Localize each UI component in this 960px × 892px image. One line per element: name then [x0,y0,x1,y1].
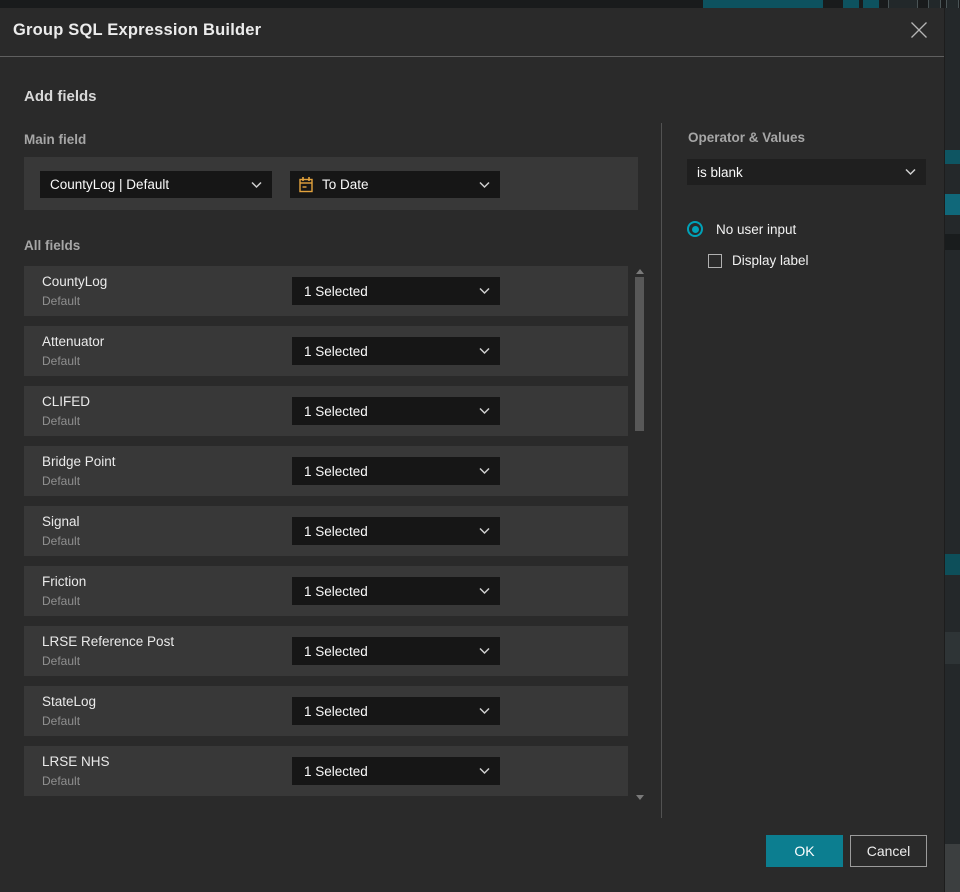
field-row: CLIFED Default 1 Selected [24,386,628,436]
background-tile [946,0,959,8]
date-select-value: To Date [322,177,369,192]
chevron-down-icon [479,181,490,188]
field-selection-dropdown[interactable]: 1 Selected [292,577,500,605]
field-name: Friction [42,574,87,589]
live-view-label: Live view [745,0,794,3]
chevron-down-icon [479,587,490,595]
field-row: Bridge Point Default 1 Selected [24,446,628,496]
chevron-down-icon [251,181,262,188]
field-subtitle: Default [42,474,81,488]
field-subtitle: Default [42,714,81,728]
radio-selected-icon [687,221,703,237]
field-row: LRSE NHS Default 1 Selected [24,746,628,796]
field-subtitle: Default [42,654,81,668]
background-tile [863,0,879,8]
operator-select[interactable]: is blank [687,159,926,185]
field-name: LRSE Reference Post [42,634,175,649]
no-user-input-radio[interactable]: No user input [687,221,796,237]
field-name: CLIFED [42,394,91,409]
chevron-down-icon [479,407,490,415]
field-selection-dropdown[interactable]: 1 Selected [292,697,500,725]
calendar-icon [298,176,314,193]
panel-divider [661,123,662,818]
dialog-titlebar: Group SQL Expression Builder [0,8,944,57]
chevron-down-icon [479,767,490,775]
field-name: StateLog [42,694,97,709]
triangle-down-icon [636,795,644,800]
field-name: Bridge Point [42,454,116,469]
field-row: LRSE Reference Post Default 1 Selected [24,626,628,676]
background-fragment [945,194,960,215]
background-tile [928,0,941,8]
field-subtitle: Default [42,534,81,548]
background-fragment [945,150,960,164]
all-fields-label: All fields [24,238,81,253]
background-fragment [945,844,960,892]
field-row: StateLog Default 1 Selected [24,686,628,736]
dialog-title: Group SQL Expression Builder [13,21,262,39]
operator-select-value: is blank [697,164,743,180]
close-icon [910,21,928,44]
main-field-select-value: CountyLog | Default [50,177,170,192]
scrollbar[interactable] [634,265,646,805]
field-row: Friction Default 1 Selected [24,566,628,616]
field-name: Signal [42,514,80,529]
chevron-down-icon [479,287,490,295]
chevron-down-icon [479,347,490,355]
main-field-panel: CountyLog | Default To Date [24,157,638,210]
field-row: Signal Default 1 Selected [24,506,628,556]
chevron-down-icon [905,168,916,176]
cancel-button[interactable]: Cancel [850,835,927,867]
field-selection-dropdown[interactable]: 1 Selected [292,397,500,425]
field-selection-dropdown[interactable]: 1 Selected [292,457,500,485]
field-subtitle: Default [42,414,81,428]
field-row: Attenuator Default 1 Selected [24,326,628,376]
scrollbar-thumb[interactable] [635,277,644,431]
live-view-chip: Live view [703,0,823,8]
main-field-date-select[interactable]: To Date [290,171,500,198]
chevron-down-icon [479,707,490,715]
background-tile [843,0,859,8]
field-selection-dropdown[interactable]: 1 Selected [292,277,500,305]
background-fragment [945,554,960,575]
field-row: CountyLog Default 1 Selected [24,266,628,316]
field-subtitle: Default [42,594,81,608]
main-field-select[interactable]: CountyLog | Default [40,171,272,198]
background-fragment [945,234,960,250]
field-selection-dropdown[interactable]: 1 Selected [292,517,500,545]
display-label-checkbox[interactable]: Display label [708,253,809,268]
main-field-label: Main field [24,132,87,147]
checkbox-unchecked-icon [708,253,722,268]
field-selection-dropdown[interactable]: 1 Selected [292,637,500,665]
background-fragment [945,632,960,664]
close-button[interactable] [907,20,931,44]
field-subtitle: Default [42,294,81,308]
operator-values-label: Operator & Values [688,130,806,145]
field-name: Attenuator [42,334,105,349]
ok-button[interactable]: OK [766,835,843,867]
chevron-down-icon [479,647,490,655]
scroll-up-button[interactable] [636,269,644,275]
field-selection-dropdown[interactable]: 1 Selected [292,337,500,365]
background-app-right-edge [945,8,960,892]
chevron-down-icon [479,527,490,535]
no-user-input-label: No user input [716,221,797,237]
add-fields-heading: Add fields [24,88,97,105]
display-label-text: Display label [732,253,809,268]
scroll-down-button[interactable] [636,795,644,801]
field-name: LRSE NHS [42,754,110,769]
field-name: CountyLog [42,274,108,289]
field-subtitle: Default [42,354,81,368]
triangle-up-icon [636,269,644,274]
field-selection-dropdown[interactable]: 1 Selected [292,757,500,785]
background-app-topbar: Live view [0,0,960,8]
background-tile [888,0,918,8]
field-subtitle: Default [42,774,81,788]
chevron-down-icon [479,467,490,475]
group-sql-expression-builder-dialog: Group SQL Expression Builder Add fields … [0,8,945,892]
all-fields-list: CountyLog Default 1 Selected Attenuator … [24,266,628,806]
